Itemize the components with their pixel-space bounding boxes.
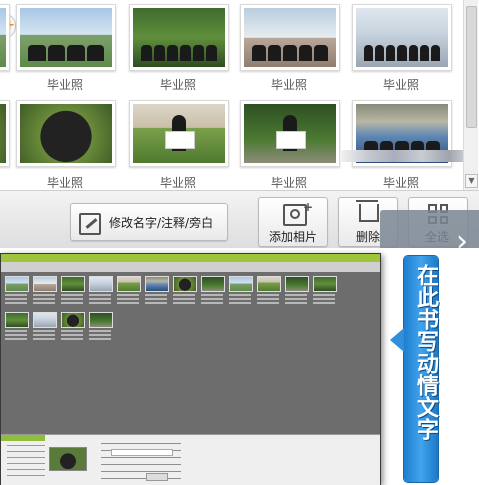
thumb-caption: 毕业照	[159, 176, 196, 190]
album-editor-preview	[0, 253, 381, 485]
vertical-scrollbar[interactable]: ▼	[463, 0, 478, 190]
thumb-caption: 毕业照	[270, 176, 307, 190]
preview-thumb-row	[5, 276, 337, 304]
photo-thumbnail[interactable]	[352, 4, 452, 71]
photo-thumbnail[interactable]	[16, 4, 116, 71]
photo-thumbnail[interactable]	[240, 4, 340, 71]
photo-image	[356, 8, 448, 67]
photo-image	[20, 8, 112, 67]
blurred-region	[340, 150, 464, 162]
photo-image	[244, 104, 336, 163]
photo-thumbnail[interactable]	[240, 100, 340, 167]
write-text-callout: 在此书写动情文字	[390, 256, 438, 482]
photo-image	[133, 104, 225, 163]
rename-button-label: 修改名字/注释/旁白	[109, 216, 214, 230]
preview-edit-panel	[1, 434, 380, 485]
add-photo-button[interactable]: + 添加相片	[258, 197, 328, 247]
scrollbar-thumb[interactable]	[466, 6, 477, 128]
preview-toolbar	[1, 262, 380, 272]
thumb-caption: 毕业照	[159, 78, 196, 92]
photo-image	[0, 8, 6, 67]
add-photo-label: 添加相片	[268, 230, 317, 244]
photo-image	[0, 104, 6, 163]
preview-title-bar	[1, 254, 380, 262]
photo-thumbnail[interactable]	[129, 4, 229, 71]
photo-thumbnail[interactable]	[0, 4, 10, 71]
rename-caption-narration-button[interactable]: 修改名字/注释/旁白	[70, 203, 228, 241]
thumb-caption: 毕业照	[46, 176, 83, 190]
photo-image	[133, 8, 225, 67]
trash-icon	[356, 200, 379, 222]
scroll-down-arrow-icon[interactable]: ▼	[465, 174, 478, 188]
thumb-caption: 毕业照	[46, 78, 83, 92]
photo-gallery: + 照 照 毕业照 毕业照 毕业照 毕业照 毕业照	[0, 0, 464, 190]
preview-thumb-row	[5, 312, 113, 340]
edit-pencil-icon	[79, 213, 101, 235]
photo-thumbnail[interactable]	[0, 100, 10, 167]
photo-thumbnail[interactable]	[129, 100, 229, 167]
callout-text: 在此书写动情文字	[413, 264, 438, 440]
thumb-caption: 毕业照	[270, 78, 307, 92]
photo-image	[244, 8, 336, 67]
photo-image	[20, 104, 112, 163]
photo-thumbnail[interactable]	[16, 100, 116, 167]
thumb-caption: 毕业照	[382, 176, 419, 190]
thumb-caption: 毕业照	[382, 78, 419, 92]
plus-icon: +	[303, 200, 314, 214]
